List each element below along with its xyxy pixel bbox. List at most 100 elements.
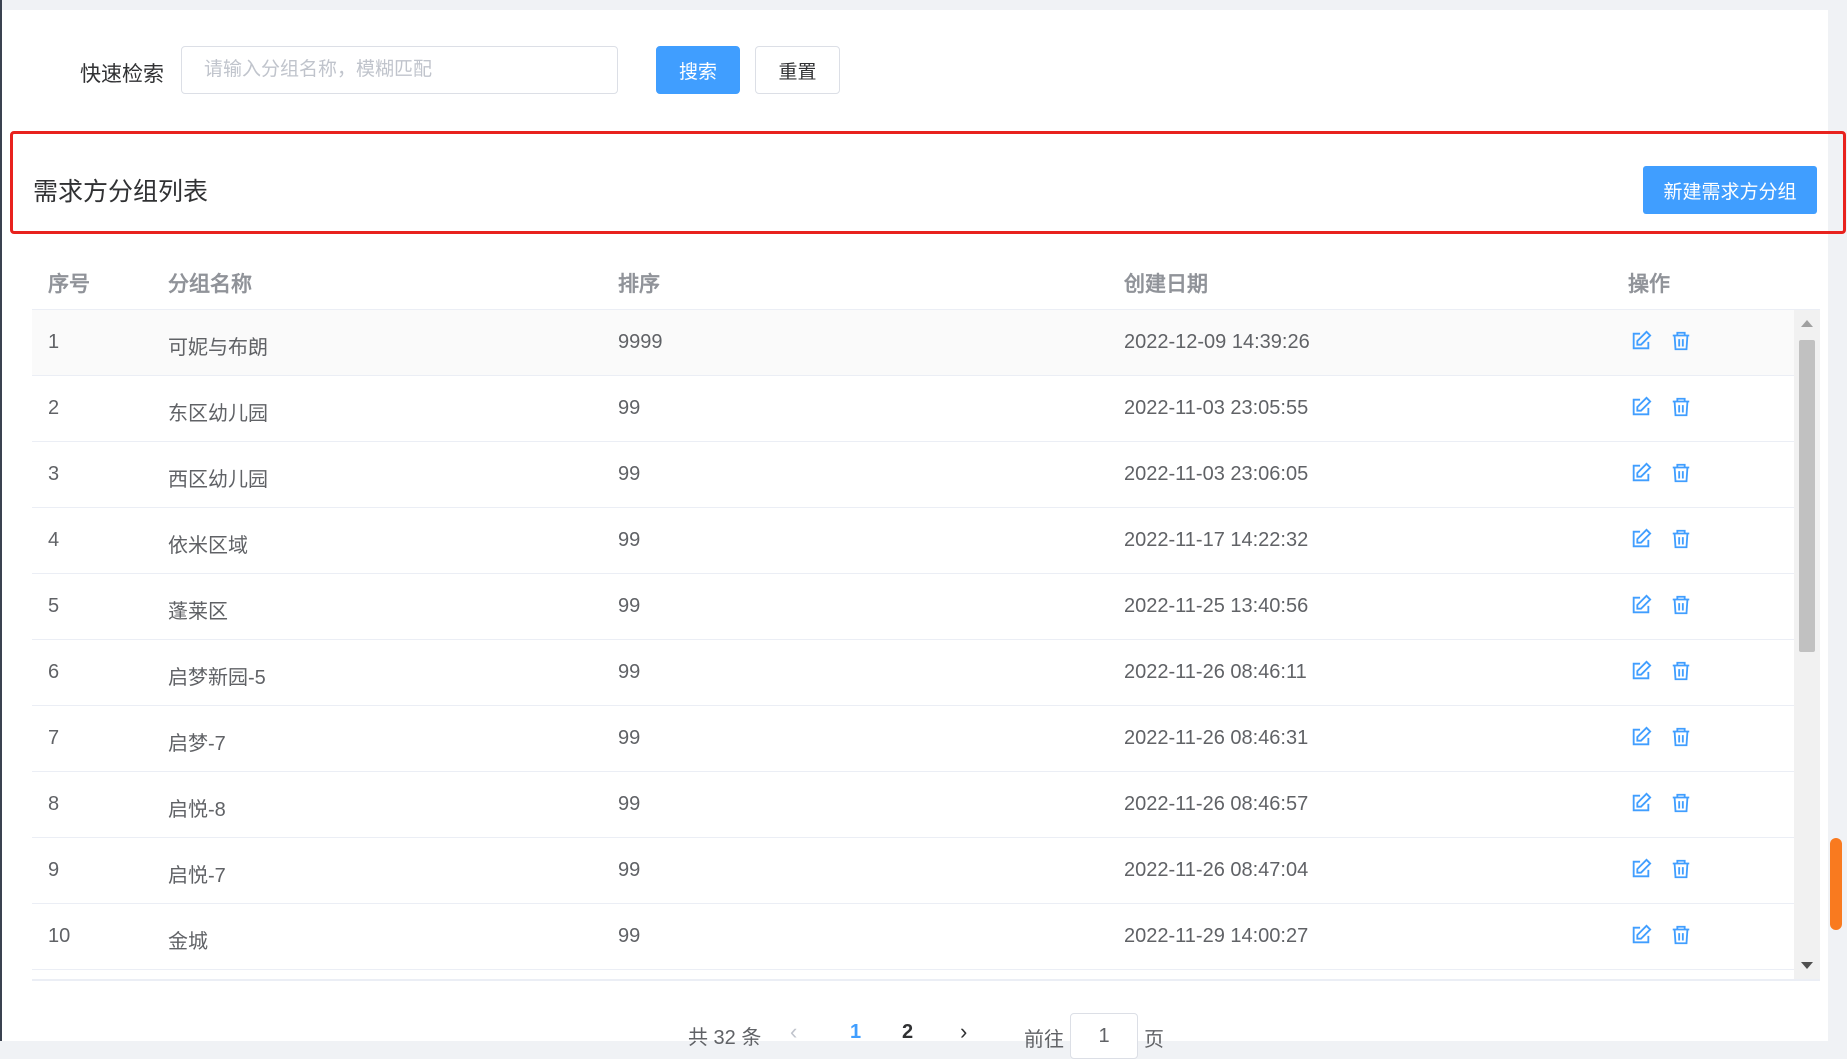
reset-button[interactable]: 重置 (755, 46, 840, 94)
cell-created: 2022-11-26 08:46:31 (1124, 727, 1309, 749)
cell-name: 启悦-8 (168, 799, 226, 821)
search-bar: 快速检索 搜索 重置 (2, 46, 1828, 94)
delete-icon[interactable] (1670, 462, 1692, 484)
header-index: 序号 (48, 273, 90, 296)
table-row: 3 西区幼儿园 99 2022-11-03 23:06:05 (32, 442, 1794, 508)
header-name: 分组名称 (168, 273, 252, 296)
cell-created: 2022-11-29 14:00:27 (1124, 925, 1309, 947)
cell-name: 依米区域 (168, 535, 248, 557)
cell-created: 2022-11-03 23:06:05 (1124, 463, 1309, 485)
table-row: 7 启梦-7 99 2022-11-26 08:46:31 (32, 706, 1794, 772)
cell-name: 启梦新园-5 (168, 667, 266, 689)
delete-icon[interactable] (1670, 792, 1692, 814)
prev-page-icon[interactable]: ‹ (790, 1019, 797, 1045)
table-row: 2 东区幼儿园 99 2022-11-03 23:05:55 (32, 376, 1794, 442)
search-input[interactable] (181, 46, 618, 94)
scroll-down-arrow-icon[interactable] (1801, 962, 1813, 969)
next-page-icon[interactable]: › (960, 1019, 967, 1045)
table-row: 8 启悦-8 99 2022-11-26 08:46:57 (32, 772, 1794, 838)
scroll-up-arrow-icon[interactable] (1801, 320, 1813, 327)
table-row: 5 蓬莱区 99 2022-11-25 13:40:56 (32, 574, 1794, 640)
cell-index: 4 (48, 529, 60, 551)
table-bottom-divider (32, 979, 1820, 981)
cell-index: 9 (48, 859, 60, 881)
content-card: 快速检索 搜索 重置 需求方分组列表 新建需求方分组 序号 分组名称 排序 创建… (2, 0, 1846, 1059)
row-actions (1630, 396, 1692, 418)
new-group-button[interactable]: 新建需求方分组 (1643, 166, 1817, 214)
delete-icon[interactable] (1670, 924, 1692, 946)
table-row: 1 可妮与布朗 9999 2022-12-09 14:39:26 (32, 310, 1794, 376)
search-button[interactable]: 搜索 (656, 46, 740, 94)
row-actions (1630, 660, 1692, 682)
edit-icon[interactable] (1630, 660, 1652, 682)
table-header: 序号 分组名称 排序 创建日期 操作 (32, 250, 1820, 310)
list-header-highlight: 需求方分组列表 新建需求方分组 (10, 131, 1846, 234)
page-scrollbar-thumb[interactable] (1830, 838, 1842, 930)
cell-sort: 99 (618, 925, 641, 947)
cell-name: 可妮与布朗 (168, 337, 268, 359)
cell-sort: 99 (618, 463, 641, 485)
edit-icon[interactable] (1630, 330, 1652, 352)
edit-icon[interactable] (1630, 462, 1652, 484)
row-actions (1630, 792, 1692, 814)
cell-name: 金城 (168, 931, 208, 953)
table-row: 4 依米区域 99 2022-11-17 14:22:32 (32, 508, 1794, 574)
cell-sort: 99 (618, 397, 641, 419)
cell-created: 2022-11-17 14:22:32 (1124, 529, 1309, 551)
delete-icon[interactable] (1670, 858, 1692, 880)
cell-name: 西区幼儿园 (168, 469, 268, 491)
cell-index: 7 (48, 727, 60, 749)
delete-icon[interactable] (1670, 594, 1692, 616)
scroll-thumb[interactable] (1799, 340, 1815, 652)
table-row: 6 启梦新园-5 99 2022-11-26 08:46:11 (32, 640, 1794, 706)
cell-name: 启悦-7 (168, 865, 226, 887)
cell-sort: 99 (618, 595, 641, 617)
cell-index: 10 (48, 925, 71, 947)
table-row: 10 金城 99 2022-11-29 14:00:27 (32, 904, 1794, 970)
list-title: 需求方分组列表 (33, 178, 209, 206)
cell-index: 2 (48, 397, 60, 419)
table-row: 9 启悦-7 99 2022-11-26 08:47:04 (32, 838, 1794, 904)
edit-icon[interactable] (1630, 792, 1652, 814)
edit-icon[interactable] (1630, 396, 1652, 418)
cell-created: 2022-11-26 08:47:04 (1124, 859, 1309, 881)
group-table: 序号 分组名称 排序 创建日期 操作 1 可妮与布朗 9999 2022-12-09 … (32, 250, 1820, 979)
cell-sort: 99 (618, 529, 641, 551)
edit-icon[interactable] (1630, 726, 1652, 748)
cell-created: 2022-11-26 08:46:11 (1124, 661, 1307, 683)
row-actions (1630, 726, 1692, 748)
cell-sort: 99 (618, 859, 641, 881)
row-actions (1630, 462, 1692, 484)
goto-page-input[interactable] (1070, 1013, 1138, 1059)
search-label: 快速检索 (80, 63, 164, 86)
cell-sort: 99 (618, 727, 641, 749)
table-body: 1 可妮与布朗 9999 2022-12-09 14:39:26 2 东区幼儿园 99 202… (32, 310, 1820, 979)
cell-index: 6 (48, 661, 60, 683)
cell-created: 2022-11-26 08:46:57 (1124, 793, 1309, 815)
goto-label: 前往 (1024, 1029, 1064, 1051)
edit-icon[interactable] (1630, 594, 1652, 616)
delete-icon[interactable] (1670, 330, 1692, 352)
row-actions (1630, 924, 1692, 946)
goto-suffix: 页 (1144, 1029, 1164, 1051)
table-scrollbar[interactable] (1794, 310, 1820, 979)
header-created: 创建日期 (1124, 273, 1208, 296)
delete-icon[interactable] (1670, 660, 1692, 682)
cell-index: 3 (48, 463, 60, 485)
delete-icon[interactable] (1670, 528, 1692, 550)
cell-name: 启梦-7 (168, 733, 226, 755)
cell-created: 2022-11-03 23:05:55 (1124, 397, 1309, 419)
cell-index: 5 (48, 595, 60, 617)
row-actions (1630, 528, 1692, 550)
cell-sort: 9999 (618, 331, 663, 353)
cell-index: 1 (48, 331, 60, 353)
cell-name: 东区幼儿园 (168, 403, 268, 425)
edit-icon[interactable] (1630, 528, 1652, 550)
edit-icon[interactable] (1630, 858, 1652, 880)
row-actions (1630, 330, 1692, 352)
cell-sort: 99 (618, 793, 641, 815)
pagination-total: 共 32 条 (688, 1027, 762, 1049)
delete-icon[interactable] (1670, 396, 1692, 418)
delete-icon[interactable] (1670, 726, 1692, 748)
edit-icon[interactable] (1630, 924, 1652, 946)
